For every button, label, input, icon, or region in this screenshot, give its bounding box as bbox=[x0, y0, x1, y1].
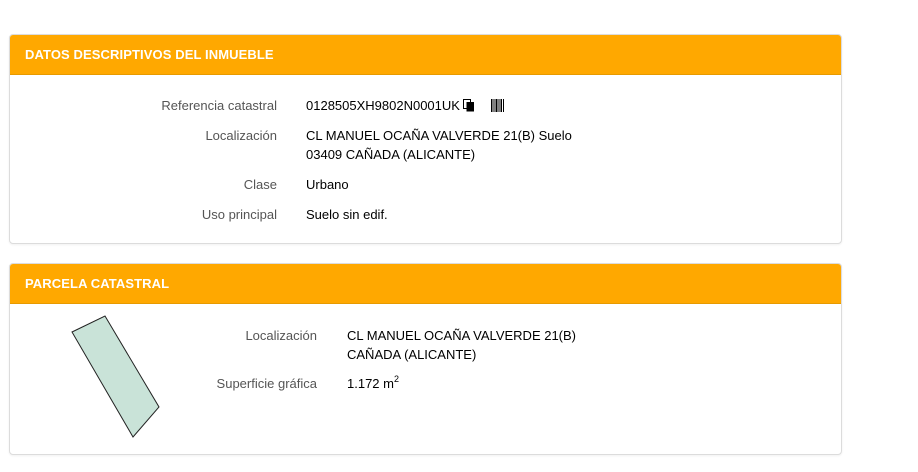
referencia-catastral-label: Referencia catastral bbox=[161, 98, 277, 113]
datos-descriptivos-panel: DATOS DESCRIPTIVOS DEL INMUEBLE Referenc… bbox=[9, 34, 842, 244]
superficie-grafica-value: 1.172 m2 bbox=[347, 374, 399, 393]
parcela-catastral-header: PARCELA CATASTRAL bbox=[10, 264, 841, 304]
localizacion-line1: CL MANUEL OCAÑA VALVERDE 21(B) Suelo bbox=[306, 128, 572, 143]
localizacion-label: Localización bbox=[205, 128, 277, 143]
parcela-localizacion-label: Localización bbox=[245, 328, 317, 343]
referencia-catastral-row: 0128505XH9802N0001UK bbox=[306, 96, 504, 117]
datos-descriptivos-header: DATOS DESCRIPTIVOS DEL INMUEBLE bbox=[10, 35, 841, 75]
copy-icon[interactable] bbox=[462, 98, 475, 117]
superficie-unit-superscript: 2 bbox=[393, 374, 399, 384]
referencia-catastral-value: 0128505XH9802N0001UK bbox=[306, 98, 460, 113]
barcode-icon[interactable] bbox=[490, 98, 504, 117]
uso-principal-label: Uso principal bbox=[201, 207, 277, 222]
parcela-localizacion-line1: CL MANUEL OCAÑA VALVERDE 21(B) bbox=[347, 328, 577, 343]
superficie-grafica-label: Superficie gráfica bbox=[216, 376, 317, 391]
parcela-localizacion-line2: CAÑADA (ALICANTE) bbox=[347, 347, 477, 362]
clase-label: Clase bbox=[243, 177, 277, 192]
superficie-value-text: 1.172 m bbox=[347, 376, 394, 391]
uso-principal-value: Suelo sin edif. bbox=[306, 207, 388, 222]
parcela-catastral-panel: PARCELA CATASTRAL Localización CL MANUEL… bbox=[9, 263, 842, 455]
clase-value: Urbano bbox=[306, 177, 349, 192]
localizacion-line2: 03409 CAÑADA (ALICANTE) bbox=[306, 147, 476, 162]
